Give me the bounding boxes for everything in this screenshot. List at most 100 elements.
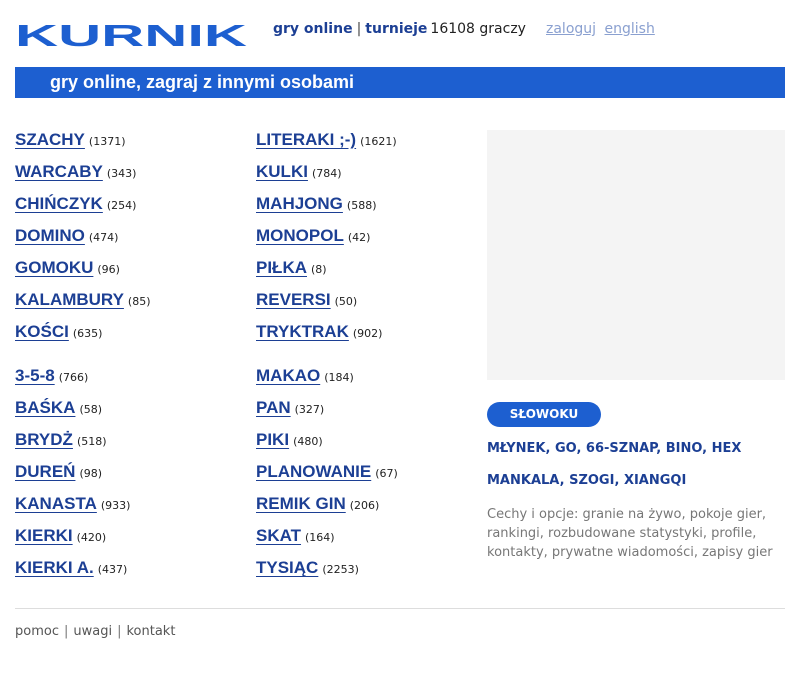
game-link[interactable]: TYSIĄC <box>256 558 318 577</box>
game-link[interactable]: MAKAO <box>256 366 320 385</box>
game-player-count: (420) <box>76 531 107 544</box>
more-games-line-1: MŁYNEK, GO, 66-SZNAP, BINO, HEX <box>487 441 741 456</box>
list-separator: , <box>576 441 582 456</box>
game-item-kierki-a: KIERKI A. (437) <box>15 558 127 578</box>
game-item-kosci: KOŚCI (635) <box>15 322 102 342</box>
game-link[interactable]: BRYDŻ <box>15 430 73 449</box>
game-link[interactable]: PIŁKA <box>256 258 307 277</box>
game-player-count: (518) <box>76 435 107 448</box>
footer-divider <box>15 608 785 609</box>
featured-game-button[interactable]: SŁOWOKU <box>487 402 601 427</box>
game-player-count: (1621) <box>360 135 397 148</box>
game-player-count: (1371) <box>88 135 126 148</box>
game-link[interactable]: CHIŃCZYK <box>15 194 103 213</box>
game-link[interactable]: KOŚCI <box>15 322 69 341</box>
game-player-count: (588) <box>346 199 377 212</box>
game-player-count: (635) <box>72 327 103 340</box>
game-link[interactable]: KULKI <box>256 162 308 181</box>
kurnik-logo[interactable]: KURNIK <box>15 22 247 48</box>
footer-separator: | <box>63 624 69 639</box>
list-separator: , <box>545 441 551 456</box>
game-player-count: (474) <box>88 231 119 244</box>
game-item-kulki: KULKI (784) <box>256 162 342 182</box>
game-item-makao: MAKAO (184) <box>256 366 354 386</box>
game-item-kalambury: KALAMBURY (85) <box>15 290 151 310</box>
top-nav: gry online | turnieje 16108 graczy <box>273 21 526 37</box>
game-player-count: (98) <box>79 467 103 480</box>
features-description: Cechy i opcje: granie na żywo, pokoje gi… <box>487 507 773 560</box>
ad-placeholder <box>487 130 785 380</box>
game-item-chinczyk: CHIŃCZYK (254) <box>15 194 136 214</box>
game-player-count: (480) <box>293 435 323 448</box>
footer-links: pomoc | uwagi | kontakt <box>15 624 175 639</box>
game-link-go[interactable]: GO <box>555 441 576 456</box>
game-link[interactable]: PLANOWANIE <box>256 462 371 481</box>
game-link[interactable]: PAN <box>256 398 291 417</box>
game-item-szachy: SZACHY (1371) <box>15 130 125 150</box>
game-item-piki: PIKI (480) <box>256 430 323 450</box>
list-separator: , <box>559 473 565 488</box>
game-item-kanasta: KANASTA (933) <box>15 494 130 514</box>
game-link[interactable]: KANASTA <box>15 494 97 513</box>
game-player-count: (184) <box>324 371 354 384</box>
game-link-szogi[interactable]: SZOGI <box>569 473 614 488</box>
game-link[interactable]: MAHJONG <box>256 194 343 213</box>
footer-link-kontakt[interactable]: kontakt <box>126 624 175 639</box>
game-item-remik-gin: REMIK GIN (206) <box>256 494 379 514</box>
game-player-count: (437) <box>97 563 128 576</box>
game-player-count: (933) <box>100 499 131 512</box>
game-link[interactable]: TRYKTRAK <box>256 322 349 341</box>
game-link-bino[interactable]: BINO <box>666 441 702 456</box>
page-banner: gry online, zagraj z innymi osobami <box>15 67 785 98</box>
footer-link-pomoc[interactable]: pomoc <box>15 624 59 639</box>
list-separator: , <box>614 473 620 488</box>
game-link-66-sznap[interactable]: 66-SZNAP <box>586 441 656 456</box>
auth-links: zaloguj english <box>546 21 655 37</box>
game-link[interactable]: WARCABY <box>15 162 103 181</box>
game-item-kierki: KIERKI (420) <box>15 526 106 546</box>
game-player-count: (58) <box>79 403 103 416</box>
game-link[interactable]: LITERAKI ;-) <box>256 130 356 149</box>
game-link[interactable]: 3-5-8 <box>15 366 55 385</box>
game-link-mankala[interactable]: MANKALA <box>487 473 560 488</box>
game-link[interactable]: SKAT <box>256 526 301 545</box>
game-item-pan: PAN (327) <box>256 398 324 418</box>
game-link[interactable]: REMIK GIN <box>256 494 346 513</box>
game-link[interactable]: REVERSI <box>256 290 331 309</box>
game-link-hex[interactable]: HEX <box>712 441 742 456</box>
game-player-count: (164) <box>305 531 335 544</box>
game-item-mahjong: MAHJONG (588) <box>256 194 377 214</box>
footer-link-uwagi[interactable]: uwagi <box>73 624 112 639</box>
game-link[interactable]: KIERKI <box>15 526 73 545</box>
game-link[interactable]: PIKI <box>256 430 289 449</box>
list-separator: , <box>656 441 662 456</box>
game-item-pilka: PIŁKA (8) <box>256 258 327 278</box>
game-player-count: (206) <box>349 499 380 512</box>
nav-games-link[interactable]: gry online <box>273 21 353 37</box>
game-link[interactable]: KALAMBURY <box>15 290 124 309</box>
players-count: 16108 graczy <box>430 21 526 37</box>
game-link[interactable]: DOMINO <box>15 226 85 245</box>
game-player-count: (902) <box>352 327 383 340</box>
game-link[interactable]: MONOPOL <box>256 226 344 245</box>
game-item-warcaby: WARCABY (343) <box>15 162 136 182</box>
login-link[interactable]: zaloguj <box>546 21 596 37</box>
nav-tournaments-link[interactable]: turnieje <box>365 21 427 37</box>
game-item-duren: DUREŃ (98) <box>15 462 102 482</box>
game-link[interactable]: GOMOKU <box>15 258 93 277</box>
game-player-count: (96) <box>97 263 120 276</box>
game-item-domino: DOMINO (474) <box>15 226 118 246</box>
english-link[interactable]: english <box>605 21 655 37</box>
game-link-mlynek[interactable]: MŁYNEK <box>487 441 546 456</box>
game-link-xiangqi[interactable]: XIANGQI <box>624 473 686 488</box>
game-link[interactable]: BAŚKA <box>15 398 75 417</box>
game-link[interactable]: SZACHY <box>15 130 85 149</box>
game-link[interactable]: KIERKI A. <box>15 558 94 577</box>
game-item-monopol: MONOPOL (42) <box>256 226 370 246</box>
game-item-literaki: LITERAKI ;-) (1621) <box>256 130 397 150</box>
game-link[interactable]: DUREŃ <box>15 462 75 481</box>
game-item-3-5-8: 3-5-8 (766) <box>15 366 88 386</box>
game-player-count: (254) <box>106 199 137 212</box>
more-games-line-2: MANKALA, SZOGI, XIANGQI <box>487 473 686 488</box>
game-item-planowanie: PLANOWANIE (67) <box>256 462 398 482</box>
